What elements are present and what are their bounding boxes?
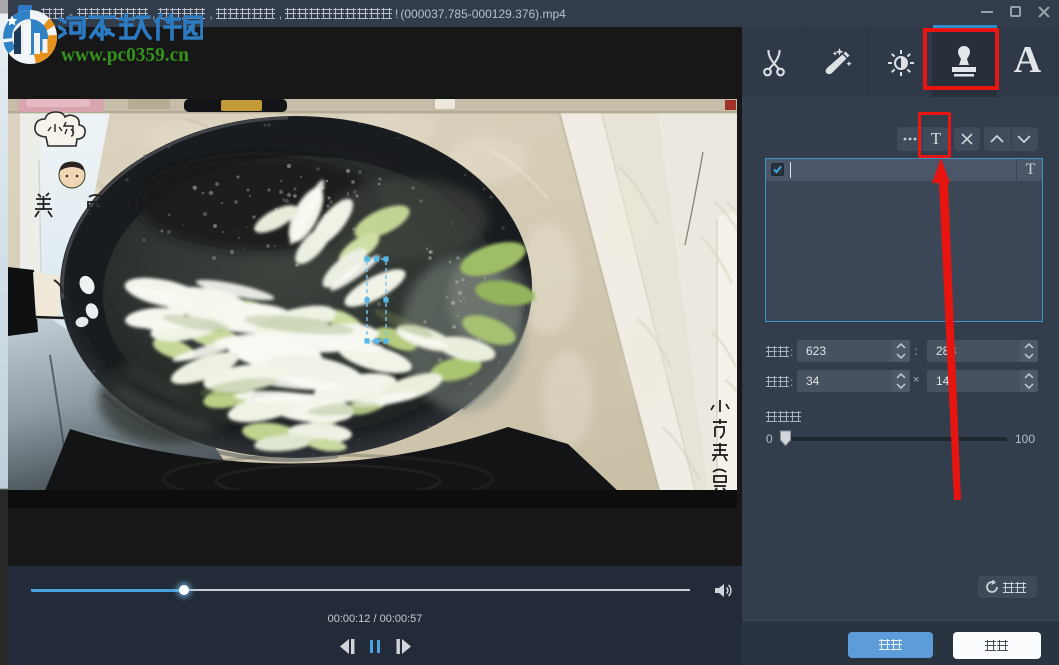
svg-text:www.pc0359.cn: www.pc0359.cn — [61, 44, 189, 65]
